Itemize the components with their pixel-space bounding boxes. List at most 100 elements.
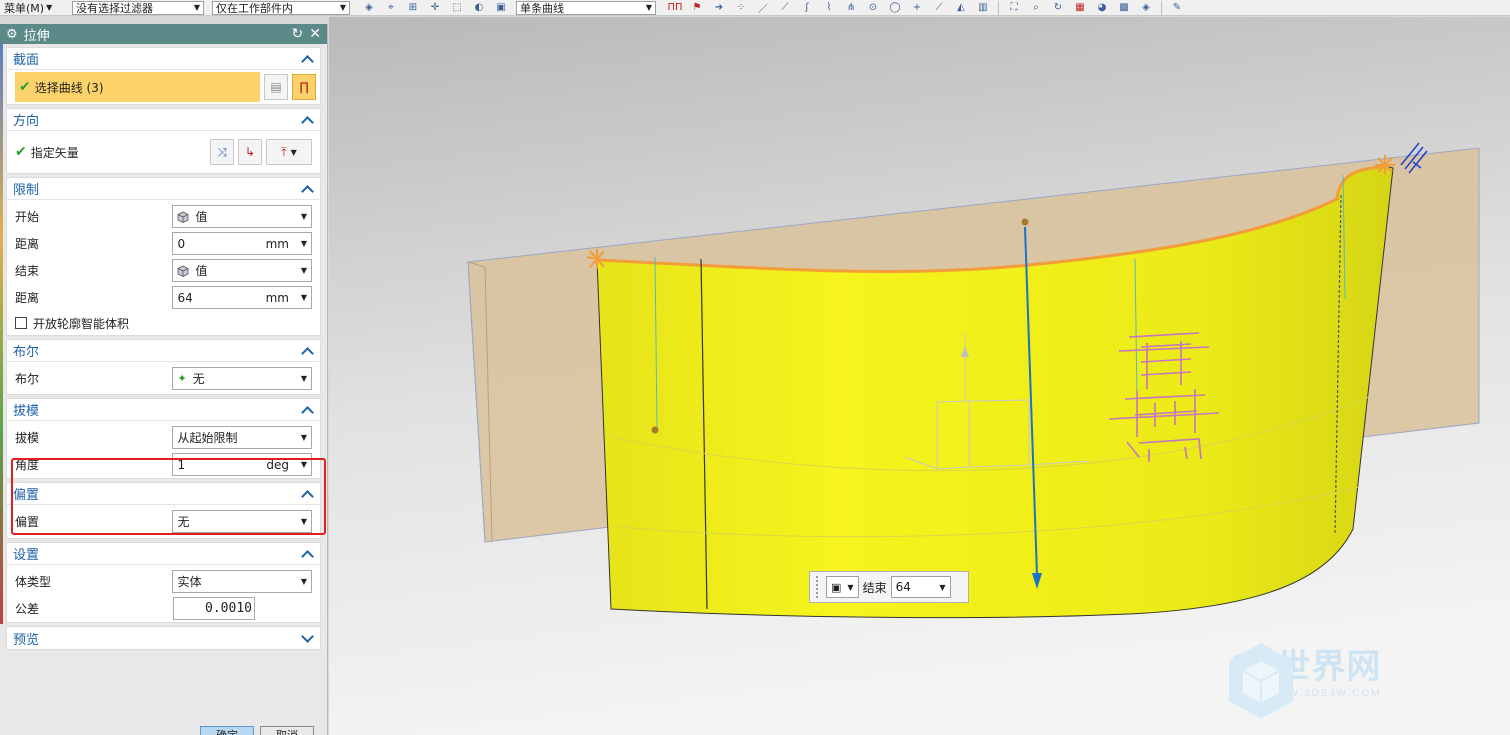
- cube-icon[interactable]: ▣: [492, 1, 510, 15]
- dialog-titlebar: ⚙ 拉伸 ↻ ✕: [0, 24, 327, 44]
- flag-icon[interactable]: ⚑: [688, 1, 706, 15]
- limits-group: 限制 开始 值 ▼ 距离 0 mm ▼ 结束 值 ▼ 距离 64 mm ▼ 开放…: [6, 177, 321, 336]
- chevron-down-icon: ▼: [46, 3, 53, 12]
- graphics-viewport[interactable]: ▣ ▼ 结束 64 ▼ 3D世界网 WWW.3DSJW.COM: [329, 17, 1510, 735]
- specify-vector-label: 指定矢量: [30, 145, 79, 160]
- shaded-cube-icon[interactable]: ▩: [1115, 1, 1133, 15]
- collapse-icon[interactable]: [302, 488, 314, 500]
- collapse-icon[interactable]: [302, 404, 314, 416]
- onscreen-input-toolbar: ▣ ▼ 结束 64 ▼: [809, 571, 969, 603]
- control-point-icon[interactable]: ⌇: [820, 1, 838, 15]
- draft-group-header[interactable]: 拔模: [7, 399, 320, 421]
- curve-chain-icon[interactable]: ΠΠ: [666, 1, 684, 15]
- mini-limit-select[interactable]: ▣ ▼: [826, 576, 859, 598]
- select-curve-field[interactable]: ✔ 选择曲线 (3): [15, 72, 260, 102]
- unit-label: deg: [266, 457, 289, 472]
- checkmark-icon: ✔: [19, 79, 31, 95]
- endpoint-snap-icon[interactable]: ⟋: [776, 1, 794, 15]
- mini-end-input[interactable]: 64 ▼: [890, 576, 951, 598]
- snap-points-icon[interactable]: ⁘: [732, 1, 750, 15]
- rect-select-icon[interactable]: ⬚: [448, 1, 466, 15]
- offset-select[interactable]: 无 ▼: [172, 510, 312, 533]
- end-label: 结束: [15, 264, 40, 278]
- start-limit-select[interactable]: 值 ▼: [172, 205, 312, 228]
- limits-group-header[interactable]: 限制: [7, 178, 320, 200]
- preview-group-header[interactable]: 预览: [7, 627, 320, 649]
- fit-view-icon[interactable]: ⛶: [1005, 1, 1023, 15]
- start-distance-input[interactable]: 0 mm ▼: [172, 232, 312, 255]
- section-group-header[interactable]: 截面: [7, 48, 320, 70]
- collapse-icon[interactable]: [302, 183, 314, 195]
- collapse-icon[interactable]: [302, 548, 314, 560]
- draft-label: 拔模: [15, 431, 40, 445]
- gear-icon: ⚙: [6, 26, 18, 42]
- end-distance-input[interactable]: 64 mm ▼: [172, 286, 312, 309]
- arrow-right-icon[interactable]: ➜: [710, 1, 728, 15]
- midpoint-snap-icon[interactable]: ʃ: [798, 1, 816, 15]
- extrude-dialog: ⚙ 拉伸 ↻ ✕ 截面 ✔ 选择曲线 (3) ▤ ∏ 方向 ✔ 指定矢量 ⤨ ↳…: [0, 24, 328, 735]
- chevron-down-icon: ▼: [300, 373, 307, 383]
- point-snap-icon[interactable]: +: [908, 1, 926, 15]
- snap-icon[interactable]: ⌖: [382, 1, 400, 15]
- distance-end-label: 距离: [15, 291, 40, 305]
- solid-select-icon[interactable]: ◐: [470, 1, 488, 15]
- tangent-icon[interactable]: ⟋: [930, 1, 948, 15]
- menu-button[interactable]: 菜单(M) ▼: [0, 0, 72, 16]
- collapse-icon[interactable]: [302, 114, 314, 126]
- view-orient-icon[interactable]: ▦: [1071, 1, 1089, 15]
- cube-icon: ▣: [831, 580, 842, 594]
- curve-rule-select[interactable]: 单条曲线 ▼: [516, 0, 656, 15]
- tolerance-input[interactable]: 0.0010: [173, 597, 255, 620]
- expand-icon[interactable]: [302, 632, 314, 644]
- vector-type-dropdown[interactable]: ⤒ ▼: [266, 139, 312, 165]
- line-snap-icon[interactable]: ／: [754, 1, 772, 15]
- quadrant-icon[interactable]: ◯: [886, 1, 904, 15]
- boolean-group-header[interactable]: 布尔: [7, 340, 320, 362]
- render-style-icon[interactable]: ◕: [1093, 1, 1111, 15]
- rotate-icon[interactable]: ↻: [1049, 1, 1067, 15]
- settings-group-header[interactable]: 设置: [7, 543, 320, 565]
- bar-snap-icon[interactable]: ▥: [974, 1, 992, 15]
- boolean-select[interactable]: ✦ 无 ▼: [172, 366, 312, 390]
- face-snap-icon[interactable]: ◭: [952, 1, 970, 15]
- close-icon[interactable]: ✕: [309, 26, 321, 42]
- sketch-section-button[interactable]: ▤: [264, 74, 288, 100]
- drag-handle[interactable]: [816, 576, 822, 598]
- model-canvas[interactable]: [329, 17, 1510, 735]
- offset-group-header[interactable]: 偏置: [7, 483, 320, 505]
- collapse-icon[interactable]: [302, 345, 314, 357]
- top-toolbar: 菜单(M) ▼ 没有选择过滤器 ▼ 仅在工作部件内 ▼ ◈ ⌖ ⊞ ✛ ⬚ ◐ …: [0, 0, 1510, 16]
- pencil-icon[interactable]: ✎: [1168, 1, 1186, 15]
- distance-start-label: 距离: [15, 237, 40, 251]
- chevron-down-icon: ▼: [847, 582, 854, 592]
- crosshair-icon[interactable]: ✛: [426, 1, 444, 15]
- direction-group-header[interactable]: 方向: [7, 109, 320, 131]
- chevron-down-icon: ▼: [300, 460, 307, 469]
- zoom-icon[interactable]: ⌕: [1027, 1, 1045, 15]
- collapse-icon[interactable]: [302, 53, 314, 65]
- reverse-direction-button[interactable]: ⤨: [210, 139, 234, 165]
- draft-group: 拔模 拔模 从起始限制 ▼ 角度 1 deg ▼: [6, 398, 321, 479]
- layer-icon[interactable]: ◈: [1137, 1, 1155, 15]
- end-limit-select[interactable]: 值 ▼: [172, 259, 312, 282]
- draft-select[interactable]: 从起始限制 ▼: [172, 426, 312, 449]
- draft-angle-input[interactable]: 1 deg ▼: [172, 453, 312, 476]
- dialog-buttons: 确定 取消: [200, 726, 314, 735]
- selection-filter-select[interactable]: 没有选择过滤器 ▼: [72, 0, 204, 15]
- center-snap-icon[interactable]: ⊙: [864, 1, 882, 15]
- point-add-icon[interactable]: ⊞: [404, 1, 422, 15]
- preview-group: 预览: [6, 626, 321, 650]
- body-type-select[interactable]: 实体 ▼: [172, 570, 312, 593]
- offset-label: 偏置: [15, 515, 40, 529]
- left-resource-strip: [0, 44, 3, 624]
- vector-icon: ↳: [244, 145, 256, 159]
- intersection-icon[interactable]: ⋔: [842, 1, 860, 15]
- feature-filter-icon[interactable]: ◈: [360, 1, 378, 15]
- reset-icon[interactable]: ↻: [292, 26, 304, 42]
- open-profile-checkbox[interactable]: [15, 317, 27, 329]
- ok-button[interactable]: 确定: [200, 726, 254, 735]
- curve-select-button[interactable]: ∏: [292, 74, 316, 100]
- selection-scope-select[interactable]: 仅在工作部件内 ▼: [212, 0, 350, 15]
- cancel-button[interactable]: 取消: [260, 726, 314, 735]
- vector-dialog-button[interactable]: ↳: [238, 139, 262, 165]
